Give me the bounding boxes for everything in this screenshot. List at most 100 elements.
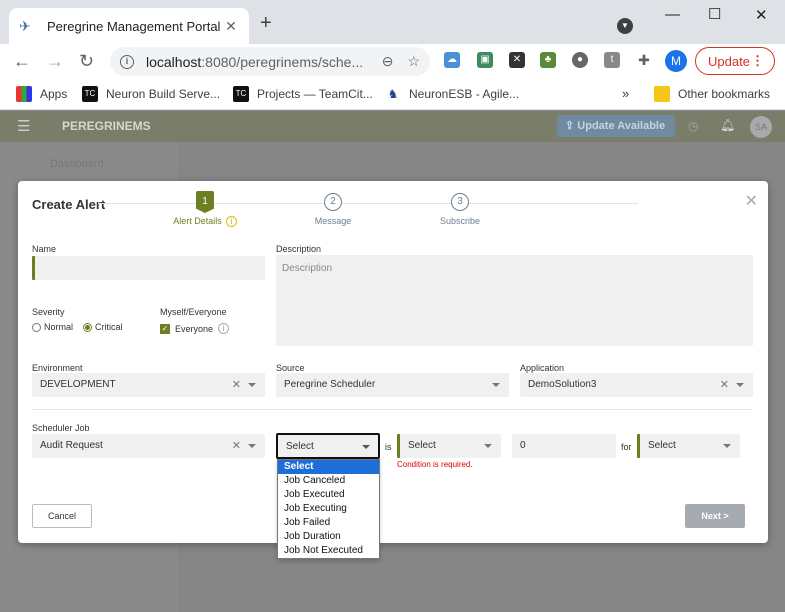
profile-avatar[interactable]: M xyxy=(665,50,687,72)
environment-select[interactable]: DEVELOPMENT ✕ xyxy=(32,373,265,397)
next-button[interactable]: Next > xyxy=(685,504,745,528)
operator-select[interactable]: Select xyxy=(397,434,501,458)
site-info-icon[interactable]: i xyxy=(120,54,134,69)
chevron-down-icon xyxy=(362,445,370,449)
step-number: 1 xyxy=(196,191,214,213)
application-label: Application xyxy=(520,363,565,373)
chevron-down-icon xyxy=(248,383,256,387)
browser-tab-bar: ✈ Peregrine Management Portal ✕ + ▼ — ☐ … xyxy=(0,0,785,44)
info-icon: i xyxy=(218,323,230,334)
myself-everyone-label: Myself/Everyone xyxy=(160,307,227,317)
minimize-icon[interactable]: — xyxy=(665,6,680,23)
browser-tab[interactable]: ✈ Peregrine Management Portal ✕ xyxy=(9,8,249,44)
menu-dots-icon[interactable]: ⋮ xyxy=(751,53,764,69)
reload-icon[interactable]: ↻ xyxy=(79,51,94,71)
bookmark-neuron-build[interactable]: TC Neuron Build Serve... xyxy=(82,86,220,102)
folder-icon xyxy=(654,86,670,102)
address-bar[interactable]: i localhost:8080/peregrinems/sche... ⊖ ☆ xyxy=(110,47,430,76)
new-tab-icon[interactable]: + xyxy=(260,13,272,33)
dropdown-option-job-executed[interactable]: Job Executed xyxy=(278,488,379,502)
hamburger-menu-icon[interactable]: ☰ xyxy=(17,117,30,135)
bookmark-projects-teamcity[interactable]: TC Projects — TeamCit... xyxy=(233,86,373,102)
close-tab-icon[interactable]: ✕ xyxy=(223,18,239,35)
apps-grid-icon xyxy=(16,86,32,102)
dropdown-option-job-canceled[interactable]: Job Canceled xyxy=(278,474,379,488)
dropdown-option-select[interactable]: Select xyxy=(278,460,379,474)
teamcity-icon: TC xyxy=(82,86,98,102)
step-number: 3 xyxy=(451,193,469,211)
maximize-icon[interactable]: ☐ xyxy=(708,5,721,23)
for-label: for xyxy=(621,442,632,452)
clear-icon[interactable]: ✕ xyxy=(720,378,729,391)
severity-normal-radio[interactable]: Normal xyxy=(32,322,73,332)
source-select[interactable]: Peregrine Scheduler xyxy=(276,373,509,397)
everyone-checkbox[interactable]: ✓ Everyone i xyxy=(160,323,230,334)
user-avatar[interactable]: SA xyxy=(750,116,772,138)
bookmark-star-icon[interactable]: ☆ xyxy=(407,53,420,70)
scheduler-job-select[interactable]: Audit Request ✕ xyxy=(32,434,265,458)
agile-person-icon: ♞ xyxy=(385,86,401,102)
dropdown-option-job-duration[interactable]: Job Duration xyxy=(278,530,379,544)
image-extension-icon[interactable]: ▣ xyxy=(477,52,493,68)
extensions-puzzle-icon[interactable]: ✚ xyxy=(636,52,652,68)
clear-icon[interactable]: ✕ xyxy=(232,439,241,452)
clock-icon[interactable]: ◷ xyxy=(688,119,698,133)
tab-search-icon[interactable]: ▼ xyxy=(617,18,633,34)
circle-extension-icon[interactable]: ● xyxy=(572,52,588,68)
close-icon[interactable]: ✕ xyxy=(745,191,758,211)
dropdown-option-job-failed[interactable]: Job Failed xyxy=(278,516,379,530)
step-message[interactable]: 2 Message xyxy=(293,193,373,226)
create-alert-modal: Create Alert ✕ 1 Alert Details i 2 Messag… xyxy=(18,181,768,543)
step-number: 2 xyxy=(324,193,342,211)
chevron-down-icon xyxy=(723,444,731,448)
application-select[interactable]: DemoSolution3 ✕ xyxy=(520,373,753,397)
window-close-icon[interactable]: ✕ xyxy=(755,6,768,24)
bookmark-apps[interactable]: Apps xyxy=(16,86,67,102)
condition-select[interactable]: Select xyxy=(276,433,380,459)
description-label: Description xyxy=(276,244,322,254)
bookmark-other[interactable]: Other bookmarks xyxy=(654,86,770,102)
chevron-down-icon xyxy=(492,383,500,387)
severity-critical-radio[interactable]: Critical xyxy=(83,322,123,332)
step-label: Subscribe xyxy=(439,216,481,226)
clear-icon[interactable]: ✕ xyxy=(232,378,241,391)
unit-select[interactable]: Select xyxy=(637,434,740,458)
x-extension-icon[interactable]: ✕ xyxy=(509,52,525,68)
update-available-button[interactable]: ⇪ Update Available xyxy=(557,115,675,137)
browser-update-button[interactable]: Update ⋮ xyxy=(695,47,775,75)
condition-error-text: Condition is required. xyxy=(397,460,473,469)
chevron-down-icon xyxy=(248,444,256,448)
dropdown-option-job-not-executed[interactable]: Job Not Executed xyxy=(278,544,379,558)
chevron-down-icon xyxy=(736,383,744,387)
modal-title: Create Alert xyxy=(32,197,106,212)
step-alert-details[interactable]: 1 Alert Details i xyxy=(165,191,245,227)
check-icon: ✓ xyxy=(160,323,170,334)
radio-circle xyxy=(83,322,92,332)
url-text: localhost:8080/peregrinems/sche... xyxy=(146,53,364,70)
forward-icon[interactable]: → xyxy=(46,51,64,71)
value-input[interactable]: 0 xyxy=(512,434,616,458)
bookmarks-overflow-icon[interactable]: » xyxy=(622,86,629,101)
scheduler-job-label: Scheduler Job xyxy=(32,423,90,433)
dropdown-option-job-executing[interactable]: Job Executing xyxy=(278,502,379,516)
severity-label: Severity xyxy=(32,307,65,317)
back-icon[interactable]: ← xyxy=(13,51,31,71)
chevron-down-icon xyxy=(484,444,492,448)
name-input[interactable] xyxy=(32,256,265,280)
environment-label: Environment xyxy=(32,363,83,373)
description-textarea[interactable]: Description xyxy=(276,255,753,346)
t-extension-icon[interactable]: t xyxy=(604,52,620,68)
notification-bell-icon[interactable]: 🔔︎ xyxy=(720,118,735,132)
app-header: ☰ PEREGRINEMS ⇪ Update Available ◷ 🔔︎ SA xyxy=(0,111,785,142)
evernote-extension-icon[interactable]: ♣ xyxy=(540,52,556,68)
zoom-icon[interactable]: ⊖ xyxy=(382,53,394,70)
step-label: Alert Details i xyxy=(165,216,245,227)
bookmark-neuronesb-agile[interactable]: ♞ NeuronESB - Agile... xyxy=(385,86,519,102)
is-label: is xyxy=(385,442,392,452)
cancel-button[interactable]: Cancel xyxy=(32,504,92,528)
step-subscribe[interactable]: 3 Subscribe xyxy=(420,193,500,226)
cloud-extension-icon[interactable]: ☁ xyxy=(444,52,460,68)
source-label: Source xyxy=(276,363,305,373)
bookmarks-bar: Apps TC Neuron Build Serve... TC Projects … xyxy=(0,78,785,110)
step-label: Message xyxy=(314,216,352,226)
